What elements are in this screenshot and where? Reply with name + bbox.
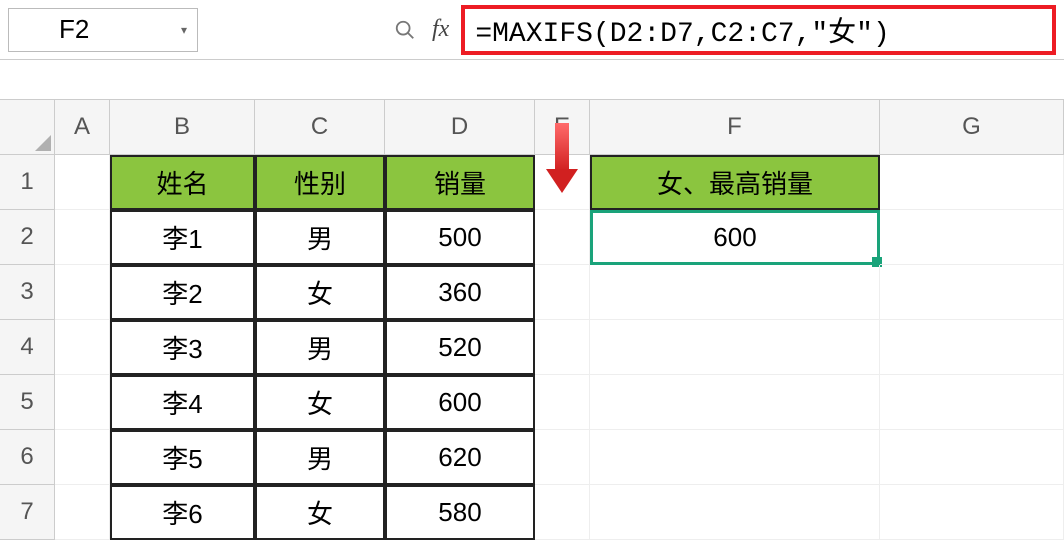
cell-F2-selected[interactable]: 600	[590, 210, 880, 265]
cell-G3[interactable]	[880, 265, 1064, 320]
cell-D4[interactable]: 520	[385, 320, 535, 375]
cell-C5[interactable]: 女	[255, 375, 385, 430]
spreadsheet-grid[interactable]: A B C D E F G 1 姓名 性别 销量 女、最高销量 2 李1 男 5…	[0, 100, 1064, 540]
row-header-5[interactable]: 5	[0, 375, 55, 430]
row-header-7[interactable]: 7	[0, 485, 55, 540]
cell-B5[interactable]: 李4	[110, 375, 255, 430]
cell-F3[interactable]	[590, 265, 880, 320]
row-header-3[interactable]: 3	[0, 265, 55, 320]
cell-A1[interactable]	[55, 155, 110, 210]
cell-F7[interactable]	[590, 485, 880, 540]
cell-A5[interactable]	[55, 375, 110, 430]
name-box-dropdown-icon[interactable]: ▾	[181, 23, 187, 37]
cell-D1[interactable]: 销量	[385, 155, 535, 210]
cell-F6[interactable]	[590, 430, 880, 485]
cell-E5[interactable]	[535, 375, 590, 430]
cell-A7[interactable]	[55, 485, 110, 540]
cell-B2[interactable]: 李1	[110, 210, 255, 265]
cell-D7[interactable]: 580	[385, 485, 535, 540]
cell-E7[interactable]	[535, 485, 590, 540]
cell-E1[interactable]	[535, 155, 590, 210]
cell-E2[interactable]	[535, 210, 590, 265]
cell-E6[interactable]	[535, 430, 590, 485]
cell-B1[interactable]: 姓名	[110, 155, 255, 210]
col-header-E[interactable]: E	[535, 100, 590, 155]
formula-text: =MAXIFS(D2:D7,C2:C7,"女")	[475, 10, 889, 50]
row-header-2[interactable]: 2	[0, 210, 55, 265]
cell-A4[interactable]	[55, 320, 110, 375]
zoom-icon[interactable]	[390, 15, 420, 45]
formula-bar: F2 ▾ fx =MAXIFS(D2:D7,C2:C7,"女")	[0, 0, 1064, 60]
col-header-C[interactable]: C	[255, 100, 385, 155]
cell-D2[interactable]: 500	[385, 210, 535, 265]
cell-G4[interactable]	[880, 320, 1064, 375]
cell-C4[interactable]: 男	[255, 320, 385, 375]
cell-G6[interactable]	[880, 430, 1064, 485]
row-header-4[interactable]: 4	[0, 320, 55, 375]
cell-C7[interactable]: 女	[255, 485, 385, 540]
cell-D5[interactable]: 600	[385, 375, 535, 430]
select-all-corner[interactable]	[0, 100, 55, 155]
cell-C6[interactable]: 男	[255, 430, 385, 485]
name-box-value: F2	[59, 14, 89, 45]
cell-E3[interactable]	[535, 265, 590, 320]
col-header-F[interactable]: F	[590, 100, 880, 155]
cell-B3[interactable]: 李2	[110, 265, 255, 320]
cell-B6[interactable]: 李5	[110, 430, 255, 485]
cell-G1[interactable]	[880, 155, 1064, 210]
cell-F4[interactable]	[590, 320, 880, 375]
cell-G5[interactable]	[880, 375, 1064, 430]
col-header-G[interactable]: G	[880, 100, 1064, 155]
cell-A6[interactable]	[55, 430, 110, 485]
cell-A3[interactable]	[55, 265, 110, 320]
fx-label: fx	[426, 16, 455, 43]
cell-B4[interactable]: 李3	[110, 320, 255, 375]
formula-input[interactable]: =MAXIFS(D2:D7,C2:C7,"女")	[461, 5, 1056, 55]
cell-D6[interactable]: 620	[385, 430, 535, 485]
cell-F1[interactable]: 女、最高销量	[590, 155, 880, 210]
name-box[interactable]: F2 ▾	[8, 8, 198, 52]
cell-G2[interactable]	[880, 210, 1064, 265]
cell-E4[interactable]	[535, 320, 590, 375]
cell-C3[interactable]: 女	[255, 265, 385, 320]
col-header-D[interactable]: D	[385, 100, 535, 155]
cell-C2[interactable]: 男	[255, 210, 385, 265]
row-header-6[interactable]: 6	[0, 430, 55, 485]
cell-D3[interactable]: 360	[385, 265, 535, 320]
col-header-A[interactable]: A	[55, 100, 110, 155]
cell-C1[interactable]: 性别	[255, 155, 385, 210]
row-header-1[interactable]: 1	[0, 155, 55, 210]
cell-A2[interactable]	[55, 210, 110, 265]
col-header-B[interactable]: B	[110, 100, 255, 155]
cell-F5[interactable]	[590, 375, 880, 430]
ribbon-gap	[0, 60, 1064, 100]
cell-B7[interactable]: 李6	[110, 485, 255, 540]
cell-G7[interactable]	[880, 485, 1064, 540]
